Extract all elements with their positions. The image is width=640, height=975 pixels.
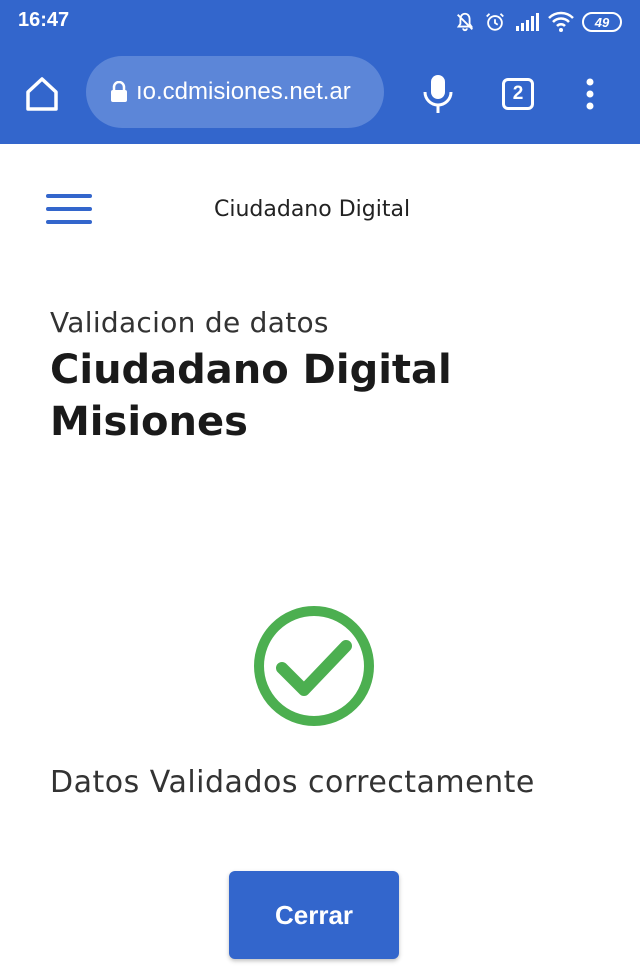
signal-icon [514, 12, 540, 32]
more-options-icon[interactable] [578, 74, 602, 114]
validation-message: Datos Validados correctamente [50, 765, 535, 800]
wifi-icon [548, 11, 574, 33]
microphone-icon[interactable] [420, 72, 456, 116]
status-time: 16:47 [18, 9, 70, 31]
page-title: Ciudadano Digital Misiones [50, 347, 452, 445]
browser-toolbar: ıo.cdmisiones.net.ar 2 [0, 44, 640, 144]
alarm-icon [484, 11, 506, 33]
page-subtitle: Validacion de datos [50, 306, 329, 339]
close-button[interactable]: Cerrar [229, 871, 399, 959]
url-bar[interactable]: ıo.cdmisiones.net.ar [86, 56, 384, 128]
battery-icon: 49 [582, 12, 622, 32]
site-title: Ciudadano Digital [214, 197, 411, 222]
hamburger-menu-icon[interactable] [46, 194, 92, 228]
status-bar: 16:47 49 [0, 0, 640, 44]
success-check-icon [252, 604, 376, 728]
lock-icon [110, 80, 128, 107]
mute-icon [454, 11, 476, 33]
home-icon[interactable] [22, 74, 62, 114]
tab-switcher-button[interactable]: 2 [502, 78, 534, 110]
url-text: ıo.cdmisiones.net.ar [136, 78, 351, 105]
status-icons: 49 [454, 8, 622, 36]
